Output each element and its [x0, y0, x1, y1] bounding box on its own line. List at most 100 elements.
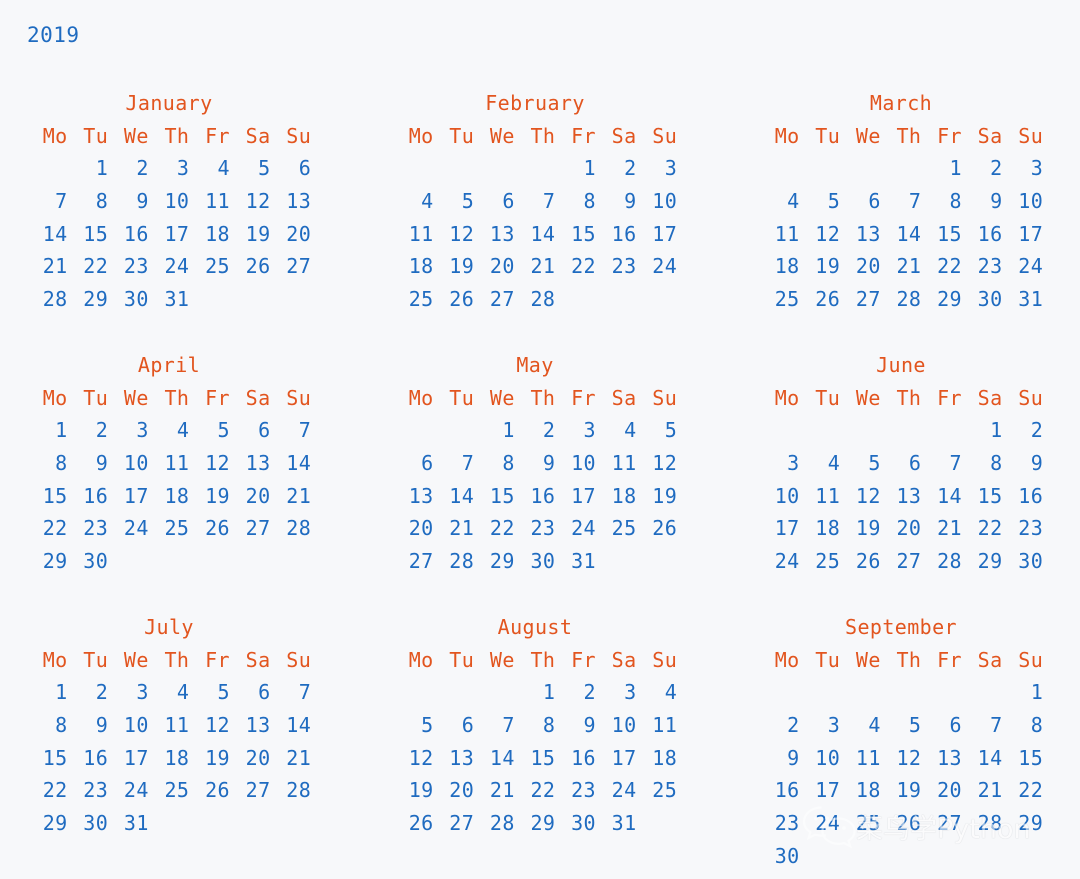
day-cell[interactable]: 13 [271, 191, 312, 224]
day-cell[interactable]: 10 [800, 748, 841, 781]
day-cell[interactable]: 22 [68, 256, 109, 289]
day-cell[interactable]: 14 [881, 224, 922, 257]
day-cell[interactable]: 9 [68, 715, 109, 748]
day-cell[interactable]: 11 [149, 715, 190, 748]
day-cell[interactable]: 3 [108, 420, 149, 453]
day-cell[interactable]: 15 [68, 224, 109, 257]
day-cell[interactable]: 31 [555, 551, 596, 584]
day-cell[interactable]: 12 [189, 453, 230, 486]
day-cell[interactable]: 14 [271, 453, 312, 486]
day-cell[interactable]: 23 [596, 256, 637, 289]
day-cell[interactable]: 14 [27, 224, 68, 257]
day-cell[interactable]: 21 [515, 256, 556, 289]
day-cell[interactable]: 28 [271, 780, 312, 813]
day-cell[interactable]: 9 [759, 748, 800, 781]
day-cell[interactable]: 19 [230, 224, 271, 257]
day-cell[interactable]: 27 [921, 813, 962, 846]
day-cell[interactable]: 22 [515, 780, 556, 813]
day-cell[interactable]: 11 [840, 748, 881, 781]
day-cell[interactable]: 31 [596, 813, 637, 846]
day-cell[interactable]: 5 [434, 191, 475, 224]
day-cell[interactable]: 30 [68, 813, 109, 846]
day-cell[interactable]: 18 [149, 748, 190, 781]
day-cell[interactable]: 18 [637, 748, 678, 781]
day-cell[interactable]: 25 [637, 780, 678, 813]
day-cell[interactable]: 12 [637, 453, 678, 486]
day-cell[interactable]: 28 [921, 551, 962, 584]
day-cell[interactable]: 21 [434, 518, 475, 551]
day-cell[interactable]: 5 [189, 420, 230, 453]
day-cell[interactable]: 4 [800, 453, 841, 486]
day-cell[interactable]: 21 [27, 256, 68, 289]
day-cell[interactable]: 13 [393, 486, 434, 519]
day-cell[interactable]: 19 [393, 780, 434, 813]
day-cell[interactable]: 13 [434, 748, 475, 781]
day-cell[interactable]: 15 [921, 224, 962, 257]
day-cell[interactable]: 7 [27, 191, 68, 224]
day-cell[interactable]: 15 [474, 486, 515, 519]
day-cell[interactable]: 17 [149, 224, 190, 257]
day-cell[interactable]: 9 [108, 191, 149, 224]
day-cell[interactable]: 26 [637, 518, 678, 551]
day-cell[interactable]: 3 [1003, 158, 1044, 191]
day-cell[interactable]: 2 [596, 158, 637, 191]
day-cell[interactable]: 11 [149, 453, 190, 486]
day-cell[interactable]: 10 [108, 453, 149, 486]
day-cell[interactable]: 21 [921, 518, 962, 551]
day-cell[interactable]: 17 [1003, 224, 1044, 257]
day-cell[interactable]: 20 [230, 486, 271, 519]
day-cell[interactable]: 28 [271, 518, 312, 551]
day-cell[interactable]: 12 [800, 224, 841, 257]
day-cell[interactable]: 15 [27, 748, 68, 781]
day-cell[interactable]: 4 [637, 682, 678, 715]
day-cell[interactable]: 9 [555, 715, 596, 748]
day-cell[interactable]: 26 [393, 813, 434, 846]
day-cell[interactable]: 1 [921, 158, 962, 191]
day-cell[interactable]: 3 [149, 158, 190, 191]
day-cell[interactable]: 31 [108, 813, 149, 846]
day-cell[interactable]: 18 [393, 256, 434, 289]
day-cell[interactable]: 15 [27, 486, 68, 519]
day-cell[interactable]: 7 [962, 715, 1003, 748]
day-cell[interactable]: 31 [149, 289, 190, 322]
day-cell[interactable]: 11 [637, 715, 678, 748]
day-cell[interactable]: 7 [434, 453, 475, 486]
day-cell[interactable]: 7 [881, 191, 922, 224]
day-cell[interactable]: 8 [474, 453, 515, 486]
day-cell[interactable]: 5 [881, 715, 922, 748]
day-cell[interactable]: 25 [759, 289, 800, 322]
day-cell[interactable]: 3 [108, 682, 149, 715]
day-cell[interactable]: 28 [434, 551, 475, 584]
day-cell[interactable]: 27 [434, 813, 475, 846]
day-cell[interactable]: 1 [515, 682, 556, 715]
day-cell[interactable]: 2 [1003, 420, 1044, 453]
day-cell[interactable]: 19 [637, 486, 678, 519]
day-cell[interactable]: 4 [149, 682, 190, 715]
day-cell[interactable]: 21 [474, 780, 515, 813]
day-cell[interactable]: 29 [27, 551, 68, 584]
day-cell[interactable]: 2 [68, 682, 109, 715]
day-cell[interactable]: 26 [840, 551, 881, 584]
day-cell[interactable]: 20 [840, 256, 881, 289]
day-cell[interactable]: 19 [189, 486, 230, 519]
day-cell[interactable]: 12 [230, 191, 271, 224]
day-cell[interactable]: 8 [921, 191, 962, 224]
day-cell[interactable]: 13 [840, 224, 881, 257]
day-cell[interactable]: 24 [800, 813, 841, 846]
day-cell[interactable]: 14 [474, 748, 515, 781]
day-cell[interactable]: 6 [230, 682, 271, 715]
day-cell[interactable]: 4 [759, 191, 800, 224]
day-cell[interactable]: 25 [149, 518, 190, 551]
day-cell[interactable]: 3 [800, 715, 841, 748]
day-cell[interactable]: 23 [759, 813, 800, 846]
day-cell[interactable]: 19 [434, 256, 475, 289]
day-cell[interactable]: 19 [800, 256, 841, 289]
day-cell[interactable]: 8 [68, 191, 109, 224]
day-cell[interactable]: 8 [555, 191, 596, 224]
day-cell[interactable]: 10 [1003, 191, 1044, 224]
day-cell[interactable]: 25 [393, 289, 434, 322]
day-cell[interactable]: 8 [962, 453, 1003, 486]
day-cell[interactable]: 1 [1003, 682, 1044, 715]
day-cell[interactable]: 15 [962, 486, 1003, 519]
day-cell[interactable]: 24 [637, 256, 678, 289]
